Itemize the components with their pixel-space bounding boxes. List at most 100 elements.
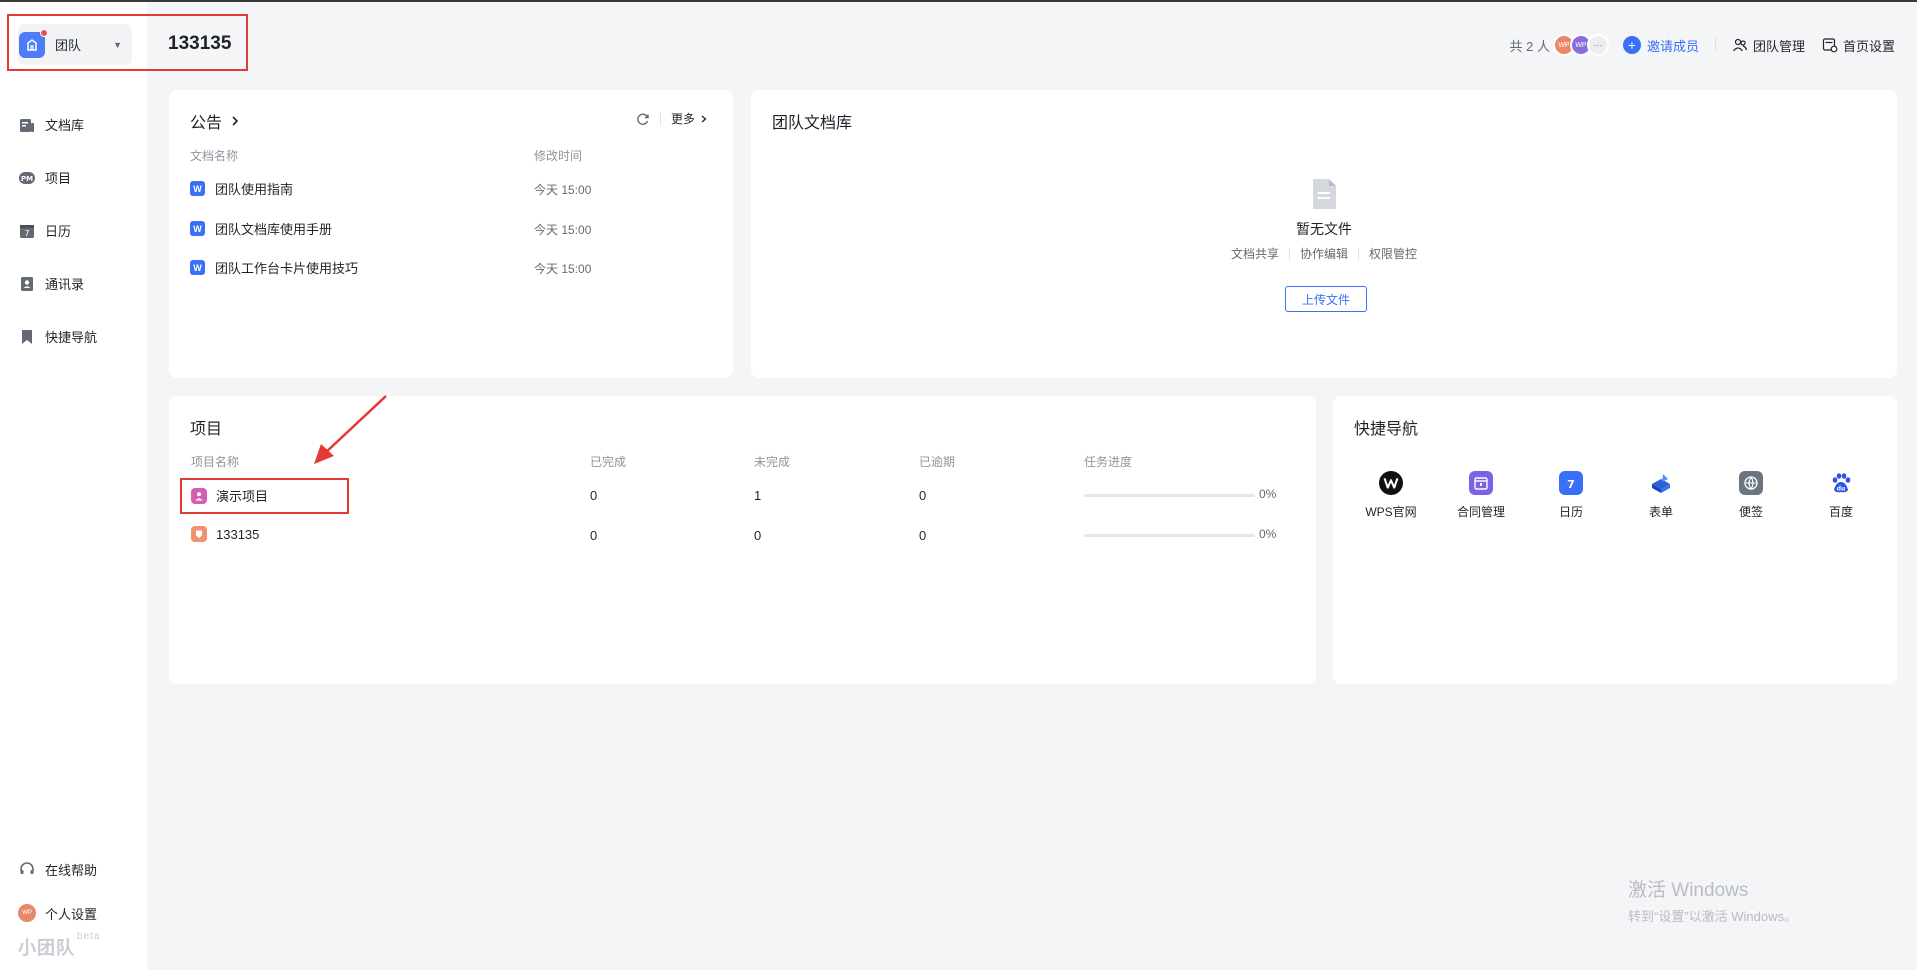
project-undone-count: 0 [754, 528, 762, 543]
brand-tag: beta [77, 931, 101, 942]
sidebar-bottom: 在线帮助 WP 个人设置 [18, 847, 97, 935]
feature-label: 协作编辑 [1299, 247, 1348, 261]
project-progress-label: 0% [1259, 487, 1277, 501]
quick-nav-title: 快捷导航 [1354, 421, 1419, 438]
watermark-line1: 激活 Windows [1628, 880, 1749, 901]
team-manage-button[interactable]: 团队管理 [1732, 36, 1805, 55]
project-name: 133135 [216, 526, 260, 542]
home-settings-icon [1822, 38, 1838, 53]
column-header-done: 已完成 [590, 455, 627, 469]
quick-nav-item[interactable]: 便签 [1711, 471, 1791, 520]
brand-name: 小团队 [18, 938, 75, 958]
user-avatar: WP [18, 904, 36, 922]
svg-text:7: 7 [1567, 478, 1575, 491]
doc-name: 团队文档库使用手册 [215, 222, 333, 237]
note-icon [1739, 471, 1763, 495]
sidebar-nav: 文档库 PM 项目 7 日历 通讯录 快捷导航 [18, 98, 97, 363]
project-undone-count: 1 [754, 488, 762, 503]
column-header-overdue: 已逾期 [919, 455, 956, 469]
windows-activation-watermark: 激活 Windows 转到“设置”以激活 Windows。 [1628, 875, 1797, 925]
empty-state: 暂无文件 文档共享 协作编辑 权限管控 [751, 178, 1897, 262]
announcement-doc-link[interactable]: W 团队使用指南 [190, 179, 293, 198]
header-actions: 共 2 人 WP WP ··· + 邀请成员 团队管理 首页设置 [1509, 34, 1895, 56]
column-header-time: 修改时间 [534, 149, 583, 163]
word-doc-icon: W [190, 260, 205, 275]
member-count: 共 2 人 [1509, 38, 1550, 54]
wps-logo-icon [1379, 471, 1403, 495]
announcement-title-link[interactable]: 公告 [190, 109, 242, 133]
word-doc-icon: W [190, 181, 205, 196]
bookmark-icon [22, 329, 32, 344]
doc-modified-time: 今天 15:00 [534, 183, 592, 197]
divider [1714, 38, 1716, 52]
announcement-card: 公告 更多 文档名称 修改时间 W 团队使用指南 今天 15:00 W 团队文档库使… [169, 90, 733, 378]
chevron-right-icon [701, 115, 707, 122]
announcement-doc-link[interactable]: W 团队文档库使用手册 [190, 219, 332, 238]
personal-settings-link[interactable]: WP 个人设置 [18, 891, 97, 935]
invite-label: 邀请成员 [1646, 38, 1699, 54]
sidebar-item-label: 项目 [45, 171, 72, 186]
project-link-133135[interactable]: 133135 [191, 526, 259, 542]
sidebar-item-label: 文档库 [45, 118, 85, 133]
divider [1358, 247, 1359, 260]
sidebar-item-contacts[interactable]: 通讯录 [18, 257, 97, 310]
svg-text:PM: PM [21, 175, 33, 183]
column-header-project-name: 项目名称 [191, 455, 240, 469]
sidebar-item-label: 快捷导航 [45, 330, 98, 345]
sidebar-item-calendar[interactable]: 7 日历 [18, 204, 97, 257]
refresh-icon[interactable] [636, 112, 650, 126]
sidebar-item-doc-library[interactable]: 文档库 [18, 98, 97, 151]
svg-text:du: du [1837, 486, 1846, 493]
feature-label: 文档共享 [1230, 247, 1279, 261]
sidebar-item-quick-nav[interactable]: 快捷导航 [18, 310, 97, 363]
baidu-paw-icon: du [1829, 471, 1853, 495]
personal-settings-label: 个人设置 [45, 906, 98, 922]
quick-nav-item[interactable]: 合同管理 [1441, 471, 1521, 520]
doc-name: 团队工作台卡片使用技巧 [215, 261, 359, 276]
quick-nav-item[interactable]: du 百度 [1801, 471, 1881, 520]
invite-member-button[interactable]: + 邀请成员 [1622, 36, 1699, 55]
calendar-7-icon: 7 [1559, 471, 1583, 495]
sidebar: 团队 ▼ 文档库 PM 项目 7 日历 通讯录 快捷导航 在线帮助 WP 个人设… [0, 2, 147, 970]
quick-nav-label: 便签 [1738, 505, 1763, 519]
project-done-count: 0 [590, 488, 598, 503]
quick-nav-item[interactable]: WPS官网 [1351, 471, 1431, 520]
announcement-doc-link[interactable]: W 团队工作台卡片使用技巧 [190, 258, 358, 277]
announcement-actions: 更多 [636, 110, 709, 127]
divider [1288, 247, 1290, 260]
more-members-button[interactable]: ··· [1586, 34, 1609, 56]
project-done-count: 0 [590, 528, 598, 543]
divider [659, 112, 661, 125]
home-settings-label: 首页设置 [1842, 38, 1895, 54]
team-manage-icon [1732, 38, 1748, 52]
empty-features: 文档共享 协作编辑 权限管控 [751, 245, 1897, 262]
doc-library-icon [20, 118, 34, 132]
watermark-line2: 转到“设置”以激活 Windows。 [1628, 909, 1798, 924]
annotation-arrow [314, 395, 387, 464]
announcement-title: 公告 [190, 115, 223, 132]
home-settings-button[interactable]: 首页设置 [1822, 36, 1895, 55]
sidebar-item-projects[interactable]: PM 项目 [18, 151, 97, 204]
feature-label: 权限管控 [1369, 247, 1418, 261]
help-link[interactable]: 在线帮助 [18, 847, 97, 891]
window-top-border [0, 0, 1917, 2]
project-progress-bar [1084, 494, 1255, 497]
projects-title: 项目 [190, 421, 223, 438]
quick-nav-item[interactable]: 表单 [1621, 471, 1701, 520]
annotation-highlight-box [7, 14, 248, 71]
project-progress-bar [1084, 534, 1255, 537]
quick-nav-card: 快捷导航 WPS官网 合同管理 7 日历 表单 便签 du 百度 [1333, 396, 1897, 684]
quick-nav-label: 合同管理 [1456, 505, 1505, 519]
doc-library-card: 团队文档库 暂无文件 文档共享 协作编辑 权限管控 上传文件 [751, 90, 1897, 378]
team-manage-label: 团队管理 [1752, 38, 1805, 54]
quick-nav-item[interactable]: 7 日历 [1531, 471, 1611, 520]
doc-name: 团队使用指南 [215, 182, 294, 197]
more-link[interactable]: 更多 [671, 110, 709, 127]
column-header-undone: 未完成 [754, 455, 791, 469]
contacts-icon [21, 276, 33, 291]
doc-modified-time: 今天 15:00 [534, 223, 592, 237]
upload-file-button[interactable]: 上传文件 [1285, 286, 1367, 312]
column-header-name: 文档名称 [190, 149, 239, 163]
chevron-right-icon [232, 116, 239, 126]
word-doc-icon: W [190, 221, 205, 236]
